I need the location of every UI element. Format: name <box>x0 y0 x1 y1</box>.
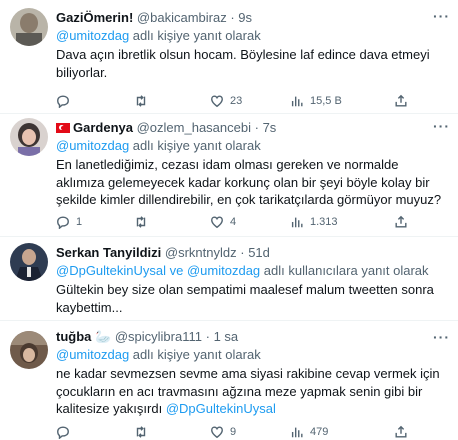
timestamp[interactable]: 1 sa <box>214 329 239 344</box>
views-button[interactable]: 15,5 B <box>290 93 342 109</box>
timestamp[interactable]: 9s <box>238 10 252 25</box>
views-count: 479 <box>310 426 329 438</box>
share-icon <box>395 94 407 107</box>
share-button[interactable] <box>394 93 408 109</box>
tweet-actions: 1 4 1.313 <box>56 214 458 230</box>
user-handle[interactable]: @ozlem_hasancebi <box>137 120 251 135</box>
retweet-button[interactable] <box>134 424 154 440</box>
tweet-header: GaziÖmerin! @bakicambiraz · 9s <box>56 10 450 26</box>
reply-mention[interactable]: @DpGultekinUysal <box>56 263 166 278</box>
reply-label: adlı kişiye yanıt olarak <box>129 347 261 362</box>
like-icon <box>211 426 223 439</box>
display-name[interactable]: Gardenya <box>73 120 133 135</box>
views-button[interactable]: 1.313 <box>290 214 338 230</box>
display-name[interactable]: Serkan Tanyildizi <box>56 245 161 260</box>
views-count: 15,5 B <box>310 95 342 107</box>
display-name[interactable]: GaziÖmerin! <box>56 10 133 25</box>
separator-dot: · <box>205 329 210 344</box>
reply-button[interactable] <box>56 93 76 109</box>
swan-emoji: 🦢 <box>95 329 112 344</box>
turkish-flag-icon <box>56 123 70 133</box>
reply-mention[interactable]: @umitozdag <box>187 263 260 278</box>
timestamp[interactable]: 51d <box>248 245 270 260</box>
tweet-actions: 9 479 <box>56 424 458 440</box>
tweet-1[interactable]: GaziÖmerin! @bakicambiraz · 9s @umitozda… <box>0 0 458 114</box>
text-mention[interactable]: @DpGultekinUysal <box>166 401 276 416</box>
reply-icon <box>57 426 69 439</box>
reply-button[interactable]: 1 <box>56 214 82 230</box>
avatar-image <box>10 243 48 281</box>
avatar[interactable] <box>10 243 48 281</box>
user-handle[interactable]: @spicylibra111 <box>115 329 202 344</box>
reply-mention[interactable]: @umitozdag <box>56 138 129 153</box>
tweet-text: En lanetlediğimiz, cezası idam olması ge… <box>56 157 442 207</box>
retweet-button[interactable] <box>134 214 154 230</box>
like-count: 9 <box>230 426 237 438</box>
reply-context: @DpGultekinUysal ve @umitozdag adlı kull… <box>56 263 450 279</box>
separator-dot: · <box>240 245 245 260</box>
reply-context: @umitozdag adlı kişiye yanıt olarak <box>56 28 450 44</box>
reply-button[interactable] <box>56 424 76 440</box>
retweet-button[interactable] <box>134 93 154 109</box>
like-count: 4 <box>230 216 237 228</box>
tweet-text: Dava açın ibretlik olsun hocam. Böylesin… <box>56 47 430 80</box>
reply-context: @umitozdag adlı kişiye yanıt olarak <box>56 347 450 363</box>
separator-dot: · <box>230 10 235 25</box>
like-button[interactable]: 23 <box>210 93 242 109</box>
user-handle[interactable]: @bakicambiraz <box>137 10 227 25</box>
views-icon <box>291 427 303 438</box>
reply-mention[interactable]: @umitozdag <box>56 28 129 43</box>
like-button[interactable]: 4 <box>210 214 236 230</box>
avatar-image <box>10 8 48 46</box>
separator-dot: · <box>254 120 259 135</box>
tweet-text: ne kadar sevmezsen sevme ama siyasi raki… <box>56 365 450 418</box>
share-button[interactable] <box>394 214 408 230</box>
reply-icon <box>57 216 69 229</box>
share-icon <box>395 215 407 228</box>
views-count: 1.313 <box>310 216 338 228</box>
retweet-icon <box>136 216 146 228</box>
tweet-header: Serkan Tanyildizi @srkntnyldz · 51d <box>56 245 450 261</box>
tweet-2[interactable]: Gardenya @ozlem_hasancebi · 7s @umitozda… <box>0 114 458 237</box>
reply-count: 1 <box>76 216 83 228</box>
reply-context: @umitozdag adlı kişiye yanıt olarak <box>56 138 450 154</box>
reply-mention[interactable]: @umitozdag <box>56 347 129 362</box>
retweet-icon <box>136 95 146 107</box>
avatar[interactable] <box>10 331 48 369</box>
tweet-header: Gardenya @ozlem_hasancebi · 7s <box>56 120 450 136</box>
reply-label: adlı kişiye yanıt olarak <box>129 28 261 43</box>
tweet-text: Gültekin bey size olan sempatimi maalese… <box>56 282 434 315</box>
avatar[interactable] <box>10 118 48 156</box>
timestamp[interactable]: 7s <box>263 120 277 135</box>
more-icon[interactable]: ··· <box>433 118 450 134</box>
more-icon[interactable]: ··· <box>433 8 450 24</box>
like-icon <box>211 216 223 229</box>
like-button[interactable]: 9 <box>210 424 236 440</box>
avatar-image <box>10 331 48 369</box>
tweet-4[interactable]: tuğba 🦢 @spicylibra111 · 1 sa @umitozdag… <box>0 321 458 440</box>
like-icon <box>211 95 223 108</box>
reply-icon <box>57 95 69 108</box>
views-icon <box>291 217 303 228</box>
tweet-actions: 23 15,5 B <box>56 93 458 109</box>
reply-label: adlı kişiye yanıt olarak <box>129 138 261 153</box>
reply-and: ve <box>166 263 187 278</box>
views-icon <box>291 96 303 107</box>
like-count: 23 <box>230 95 243 107</box>
user-handle[interactable]: @srkntnyldz <box>165 245 237 260</box>
share-button[interactable] <box>394 424 408 440</box>
share-icon <box>395 425 407 438</box>
retweet-icon <box>136 426 146 438</box>
more-icon[interactable]: ··· <box>433 329 450 345</box>
reply-label: adlı kullanıcılara yanıt olarak <box>260 263 429 278</box>
tweet-header: tuğba 🦢 @spicylibra111 · 1 sa <box>56 329 450 345</box>
tweet-3[interactable]: Serkan Tanyildizi @srkntnyldz · 51d @DpG… <box>0 237 458 321</box>
display-name[interactable]: tuğba <box>56 329 91 344</box>
views-button[interactable]: 479 <box>290 424 328 440</box>
avatar[interactable] <box>10 8 48 46</box>
avatar-image <box>10 118 48 156</box>
